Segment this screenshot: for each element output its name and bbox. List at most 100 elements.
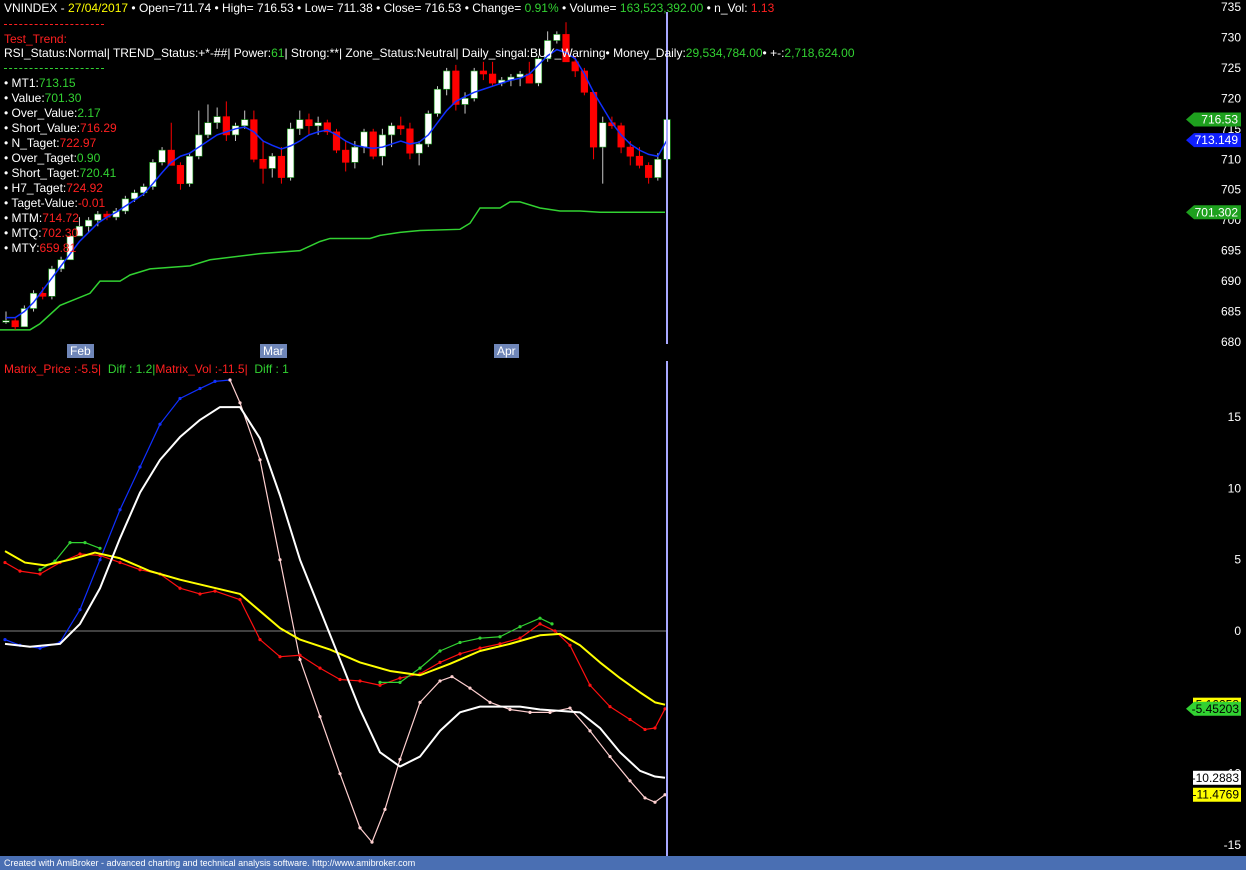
matrix-series-point [468,686,472,690]
matrix-series-point [653,726,657,730]
candle [213,116,221,124]
matrix-series-point [138,465,142,469]
matrix-series-point [538,622,542,626]
matrix-series-point [398,680,402,684]
matrix-series-point [488,700,492,704]
candle [599,122,607,148]
matrix-series-point [78,608,82,612]
matrix-series-point [38,572,42,576]
month-label-feb: Feb [67,344,94,358]
matrix-axis-tick: 15 [1228,410,1242,424]
matrix-series-point [318,715,322,719]
matrix-series-point [528,710,532,714]
matrix-series-point [358,826,362,830]
matrix-series-point [478,636,482,640]
candle [488,73,497,84]
matrix-series-point [478,646,482,650]
candle [645,165,653,178]
matrix-price: Matrix_Price :-5.5| [4,362,102,376]
matrix-series-point [643,727,647,732]
plus-minus-value: 2,718,624.00 [784,46,855,60]
matrix-axis-tick: -15 [1224,838,1242,852]
candle [433,88,442,114]
matrix-axis-tick: 10 [1228,481,1242,495]
matrix-series-point [438,660,442,665]
info-item: • N_Taget:722.97 [4,136,97,150]
matrix-series-line [4,406,666,779]
matrix-series-point [628,717,632,722]
info-item: • Over_Value:2.17 [4,106,101,120]
matrix-series-point [643,796,647,800]
matrix-series-point [3,637,7,642]
header-line: VNINDEX - 27/04/2017 • Open=711.74 • Hig… [4,1,775,15]
matrix-series-line [229,379,666,843]
matrix-series-point [258,637,262,642]
matrix-series-point [458,640,462,645]
candle [305,119,313,127]
low-value: 711.38 [336,1,373,15]
divider-red [4,24,104,25]
matrix-series-point [278,558,282,562]
candle [479,70,487,75]
matrix-diff-2: Diff : 1 [254,362,289,376]
divider-green [4,68,104,69]
matrix-series-point [588,683,592,687]
matrix-series-point [553,629,557,633]
price-axis-tick: 735 [1221,0,1241,14]
info-item: • MTQ:702.30 [4,226,79,240]
matrix-series-point [358,679,362,683]
matrix-tag-label: -5.45203 [1192,702,1240,716]
matrix-series-point [228,378,232,382]
matrix-series-point [238,401,242,405]
matrix-series-point [318,666,322,670]
price-axis-tick: 680 [1221,335,1241,349]
chart-canvas: 680685690695700705710715720725730735716.… [0,0,1241,856]
matrix-series-point [588,729,592,733]
matrix-series-point [118,508,122,512]
matrix-series-point [18,569,22,573]
candle [314,122,322,127]
candle [443,70,451,90]
close-value: 716.53 [424,1,462,15]
matrix-series-point [338,677,342,682]
matrix-series-point [198,592,202,596]
matrix-series-point [458,652,462,656]
matrix-series-point [238,598,242,602]
matrix-series-point [198,386,202,391]
matrix-series-point [418,700,422,704]
matrix-diff-1: Diff : 1.2| [107,362,156,376]
matrix-series-point [68,540,72,545]
matrix-series-point [298,657,302,662]
matrix-series-point [450,675,454,679]
candle [241,119,249,127]
candle [296,119,304,130]
info-item: • Over_Taget:0.90 [4,151,101,165]
price-tag-label: 713.149 [1195,133,1239,147]
nvol-value: 1.13 [750,1,775,15]
matrix-pane: -15-10-5051015-5.16258-5.45203-10.2883-1… [0,361,1241,856]
matrix-series-point [213,589,217,593]
candle [29,292,38,309]
matrix-tag-label: -10.2883 [1192,771,1240,785]
matrix-series-line [39,541,101,571]
matrix-series-point [278,655,282,659]
money-daily-value: 29,534,784.00 [685,46,763,60]
matrix-series-point [398,676,402,680]
candle [57,259,65,270]
price-axis-tick: 690 [1221,274,1241,288]
info-item: • H7_Taget:724.92 [4,181,103,195]
candle [158,149,166,163]
info-item: • Value:701.30 [4,91,82,105]
candle [635,155,644,166]
info-list: • MT1:713.15 • Value:701.30 • Over_Value… [4,76,117,256]
matrix-series-line [4,550,666,706]
matrix-series-point [78,552,82,556]
candle [397,125,405,130]
candle [277,155,286,178]
matrix-series-point [3,560,7,565]
price-axis-tick: 730 [1221,30,1241,44]
month-label-mar: Mar [260,344,287,358]
matrix-series-point [518,625,522,629]
matrix-series-point [608,754,612,759]
matrix-series-point [98,546,102,550]
